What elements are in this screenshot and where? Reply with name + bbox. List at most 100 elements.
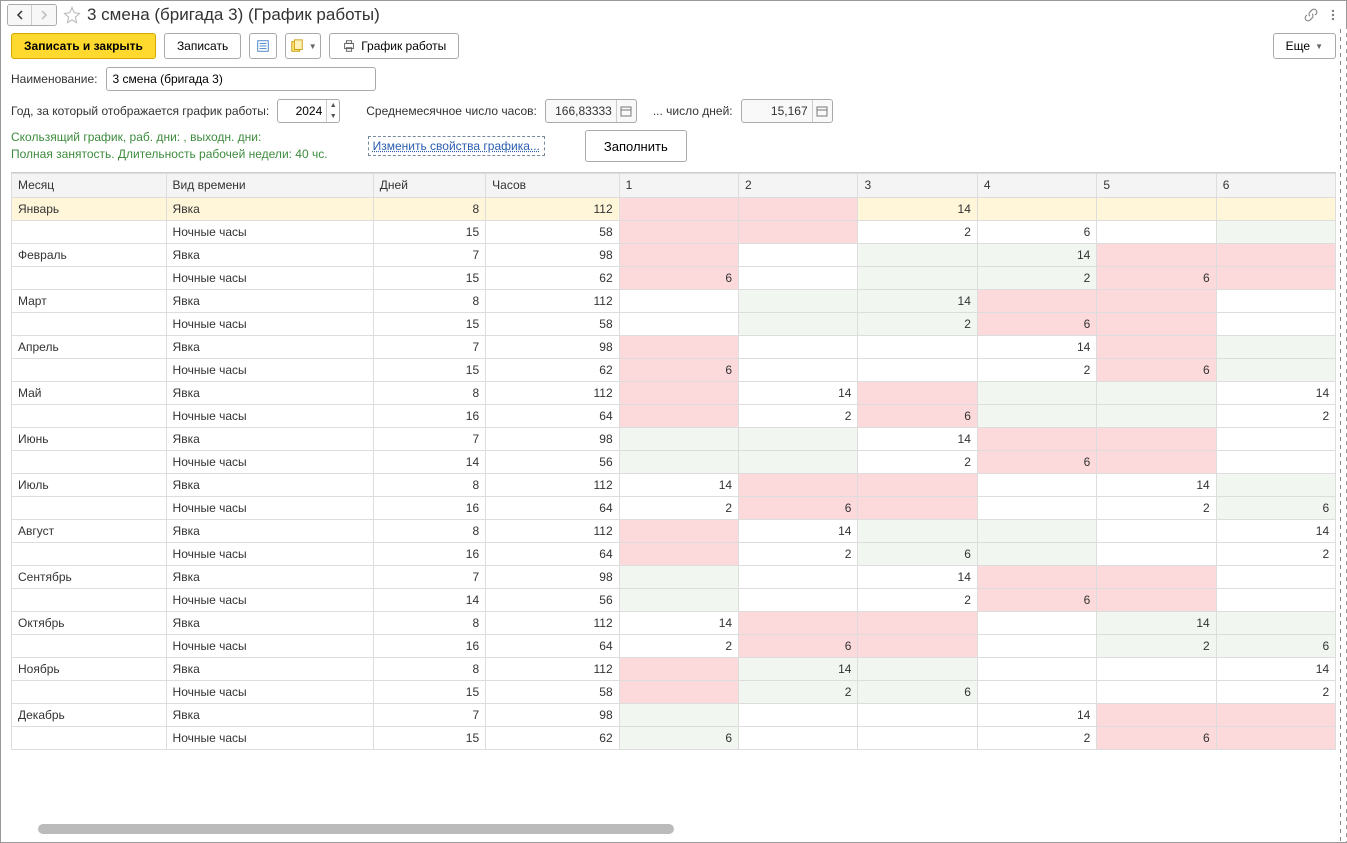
cell-day[interactable]	[977, 197, 1096, 220]
print-schedule-button[interactable]: График работы	[329, 33, 459, 59]
col-kind[interactable]: Вид времени	[166, 173, 373, 197]
cell-day[interactable]: 14	[977, 243, 1096, 266]
cell-day[interactable]	[858, 611, 977, 634]
cell-day[interactable]	[1216, 335, 1335, 358]
cell-day[interactable]	[858, 726, 977, 749]
cell-day[interactable]	[739, 312, 858, 335]
cell-day[interactable]	[619, 220, 738, 243]
cell-day[interactable]: 14	[1216, 519, 1335, 542]
table-row[interactable]: Ночные часы15626262626	[12, 726, 1337, 749]
cell-day[interactable]	[1216, 703, 1335, 726]
cell-day[interactable]	[739, 588, 858, 611]
cell-day[interactable]: 6	[1097, 266, 1216, 289]
cell-day[interactable]: 14	[858, 289, 977, 312]
cell-day[interactable]	[1216, 220, 1335, 243]
cell-day[interactable]: 6	[619, 726, 738, 749]
cell-day[interactable]: 2	[1216, 404, 1335, 427]
cell-day[interactable]	[1216, 588, 1335, 611]
save-button[interactable]: Записать	[164, 33, 241, 59]
table-row[interactable]: Ночные часы16642626262	[12, 542, 1337, 565]
cell-day[interactable]: 14	[858, 565, 977, 588]
col-day-2[interactable]: 2	[739, 173, 858, 197]
table-row[interactable]: АпрельЯвка798141414	[12, 335, 1337, 358]
cell-day[interactable]	[977, 473, 1096, 496]
cell-day[interactable]	[739, 703, 858, 726]
cell-day[interactable]	[1216, 243, 1335, 266]
cell-day[interactable]	[1097, 404, 1216, 427]
cell-day[interactable]	[1216, 726, 1335, 749]
cell-day[interactable]	[619, 703, 738, 726]
table-row[interactable]: Ночные часы1456262626	[12, 588, 1337, 611]
cell-day[interactable]	[1216, 197, 1335, 220]
cell-day[interactable]	[619, 243, 738, 266]
cell-day[interactable]: 14	[1097, 611, 1216, 634]
cell-day[interactable]	[619, 289, 738, 312]
cell-day[interactable]	[1097, 335, 1216, 358]
cell-day[interactable]	[739, 289, 858, 312]
table-row[interactable]: АвгустЯвка811214141414	[12, 519, 1337, 542]
cell-day[interactable]	[739, 220, 858, 243]
cell-day[interactable]	[739, 266, 858, 289]
cell-day[interactable]	[1216, 358, 1335, 381]
cell-day[interactable]	[739, 358, 858, 381]
cell-day[interactable]	[858, 657, 977, 680]
cell-day[interactable]	[858, 381, 977, 404]
cell-day[interactable]: 14	[1216, 657, 1335, 680]
cell-day[interactable]	[977, 565, 1096, 588]
year-spinner[interactable]: ▲▼	[277, 99, 340, 123]
cell-day[interactable]: 2	[858, 220, 977, 243]
table-row[interactable]: МайЯвка811214141414	[12, 381, 1337, 404]
cell-day[interactable]	[977, 657, 1096, 680]
cell-day[interactable]: 14	[977, 335, 1096, 358]
cell-day[interactable]	[739, 473, 858, 496]
cell-day[interactable]	[858, 496, 977, 519]
cell-day[interactable]: 2	[619, 496, 738, 519]
cell-day[interactable]	[619, 312, 738, 335]
cell-day[interactable]	[977, 519, 1096, 542]
table-row[interactable]: ИюльЯвка811214141414	[12, 473, 1337, 496]
col-day-6[interactable]: 6	[1216, 173, 1335, 197]
cell-day[interactable]	[619, 335, 738, 358]
cell-day[interactable]	[977, 611, 1096, 634]
cell-day[interactable]: 2	[858, 588, 977, 611]
cell-day[interactable]: 2	[619, 634, 738, 657]
nav-back-button[interactable]	[8, 5, 32, 25]
cell-day[interactable]: 6	[619, 266, 738, 289]
col-day-5[interactable]: 5	[1097, 173, 1216, 197]
table-row[interactable]: МартЯвка8112141414	[12, 289, 1337, 312]
name-input[interactable]	[106, 67, 376, 91]
cell-day[interactable]: 2	[977, 726, 1096, 749]
col-hours[interactable]: Часов	[486, 173, 619, 197]
year-down-icon[interactable]: ▼	[327, 111, 339, 122]
col-month[interactable]: Месяц	[12, 173, 167, 197]
cell-day[interactable]	[1097, 588, 1216, 611]
year-up-icon[interactable]: ▲	[327, 100, 339, 111]
cell-day[interactable]	[619, 450, 738, 473]
cell-day[interactable]	[1216, 427, 1335, 450]
nav-forward-button[interactable]	[32, 5, 56, 25]
cell-day[interactable]: 2	[1216, 680, 1335, 703]
cell-day[interactable]: 6	[1097, 726, 1216, 749]
cell-day[interactable]: 14	[858, 197, 977, 220]
cell-day[interactable]	[858, 335, 977, 358]
cell-day[interactable]: 6	[1216, 496, 1335, 519]
col-day-1[interactable]: 1	[619, 173, 738, 197]
cell-day[interactable]	[1097, 703, 1216, 726]
cell-day[interactable]	[858, 266, 977, 289]
table-row[interactable]: Ночные часы15582626262	[12, 680, 1337, 703]
cell-day[interactable]: 6	[739, 634, 858, 657]
cell-day[interactable]: 6	[619, 358, 738, 381]
cell-day[interactable]: 14	[1097, 473, 1216, 496]
cell-day[interactable]	[977, 381, 1096, 404]
cell-day[interactable]	[977, 496, 1096, 519]
cell-day[interactable]: 2	[1097, 634, 1216, 657]
cell-day[interactable]: 6	[739, 496, 858, 519]
cell-day[interactable]	[1097, 289, 1216, 312]
change-schedule-properties-link[interactable]: Изменить свойства графика...	[368, 136, 545, 156]
table-row[interactable]: Ночные часы166426262626	[12, 404, 1337, 427]
cell-day[interactable]: 6	[1097, 358, 1216, 381]
cell-day[interactable]	[739, 243, 858, 266]
cell-day[interactable]	[619, 542, 738, 565]
col-days[interactable]: Дней	[373, 173, 485, 197]
report-button[interactable]	[249, 33, 277, 59]
